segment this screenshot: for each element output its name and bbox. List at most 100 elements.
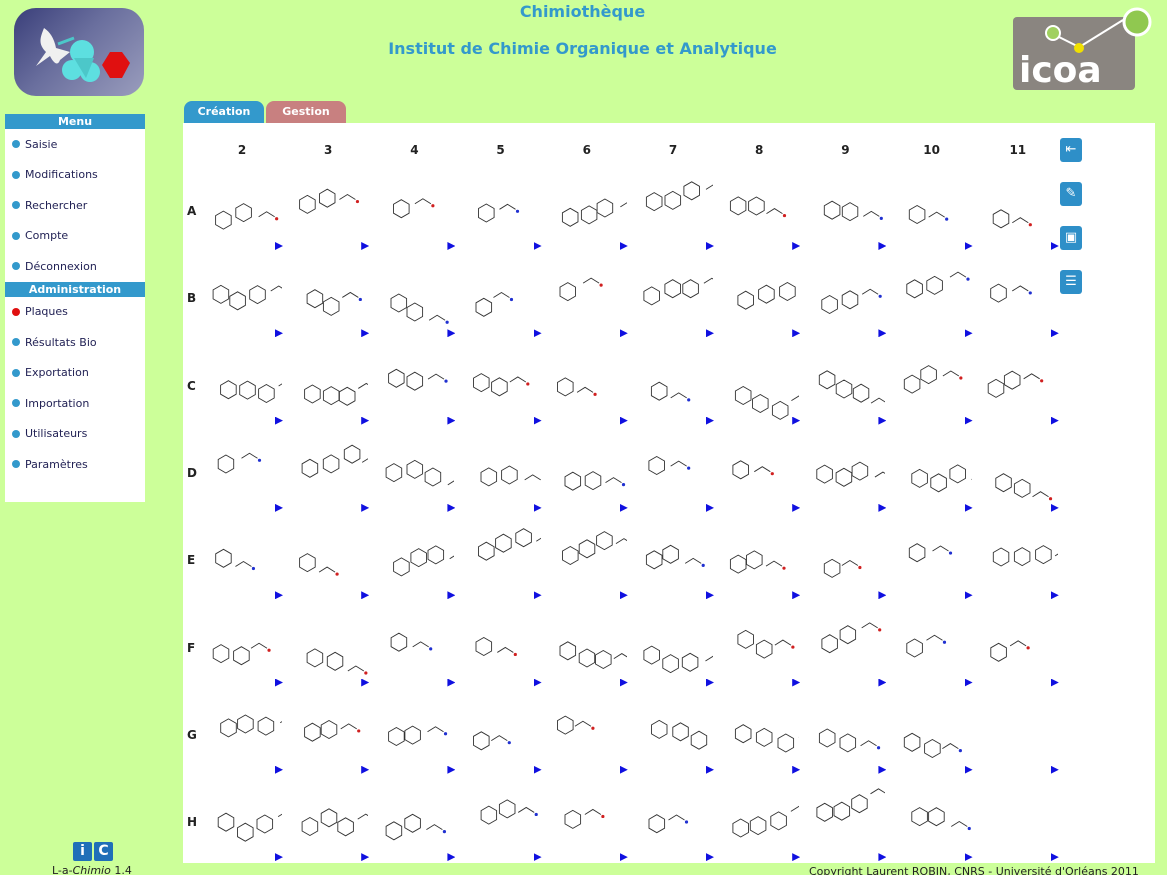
well-F-3[interactable]	[288, 608, 368, 688]
well-A-7[interactable]	[633, 171, 713, 251]
well-A-6[interactable]	[547, 171, 627, 251]
well-A-11[interactable]	[978, 171, 1058, 251]
well-F-5[interactable]	[461, 608, 541, 688]
well-A-3[interactable]	[288, 171, 368, 251]
well-C-2[interactable]	[202, 346, 282, 426]
well-H-10[interactable]	[892, 782, 972, 862]
document-icon[interactable]: ☰	[1060, 270, 1082, 294]
well-F-2[interactable]	[202, 608, 282, 688]
well-C-5[interactable]	[461, 346, 541, 426]
well-F-11[interactable]	[978, 608, 1058, 688]
well-E-7[interactable]	[633, 520, 713, 600]
well-A-5[interactable]	[461, 171, 541, 251]
well-B-9[interactable]	[805, 258, 885, 338]
well-C-4[interactable]	[374, 346, 454, 426]
well-E-2[interactable]	[202, 520, 282, 600]
well-C-8[interactable]	[719, 346, 800, 426]
well-B-11[interactable]	[978, 258, 1058, 338]
well-D-10[interactable]	[892, 433, 972, 513]
well-C-6[interactable]	[547, 346, 627, 426]
well-C-9[interactable]	[805, 346, 886, 426]
well-C-7[interactable]	[633, 346, 713, 426]
well-E-8[interactable]	[719, 520, 799, 600]
well-D-6[interactable]	[547, 433, 627, 513]
save-icon[interactable]: ▣	[1060, 226, 1082, 250]
app-subtitle: Chimiothèque	[519, 2, 646, 21]
well-G-6[interactable]	[547, 695, 627, 775]
sidebar-item-modifications[interactable]: Modifications	[5, 160, 145, 191]
well-G-4[interactable]	[374, 695, 454, 775]
structure-drawing	[730, 550, 786, 574]
well-C-11[interactable]	[978, 346, 1058, 426]
back-arrow-icon[interactable]: ⇤	[1060, 138, 1082, 162]
well-D-4[interactable]	[374, 433, 455, 513]
well-H-2[interactable]	[202, 782, 282, 862]
well-E-10[interactable]	[892, 520, 972, 600]
well-F-9[interactable]	[805, 608, 885, 688]
well-E-4[interactable]	[374, 520, 455, 600]
well-A-9[interactable]	[805, 171, 885, 251]
well-D-7[interactable]	[633, 433, 713, 513]
well-G-8[interactable]	[719, 695, 800, 775]
sidebar-item-resultats-bio[interactable]: Résultats Bio	[5, 327, 145, 358]
sidebar-item-exportation[interactable]: Exportation	[5, 358, 145, 389]
well-E-3[interactable]	[288, 520, 368, 600]
well-G-10[interactable]	[892, 695, 972, 775]
well-A-10[interactable]	[892, 171, 972, 251]
well-B-10[interactable]	[892, 258, 972, 338]
well-F-8[interactable]	[719, 608, 799, 688]
well-E-11[interactable]	[978, 520, 1058, 600]
well-G-9[interactable]	[805, 695, 885, 775]
well-C-10[interactable]	[892, 346, 972, 426]
well-F-10[interactable]	[892, 608, 972, 688]
well-F-4[interactable]	[374, 608, 454, 688]
edit-icon[interactable]: ✎	[1060, 182, 1082, 206]
tab-creation[interactable]: Création	[184, 101, 264, 123]
sidebar-item-plaques[interactable]: Plaques	[5, 297, 145, 328]
well-G-5[interactable]	[461, 695, 541, 775]
well-H-5[interactable]	[461, 782, 541, 862]
row-label: F	[187, 640, 196, 655]
well-E-9[interactable]	[805, 520, 885, 600]
well-D-2[interactable]	[202, 433, 282, 513]
well-H-6[interactable]	[547, 782, 627, 862]
well-G-7[interactable]	[633, 695, 713, 775]
well-B-4[interactable]	[374, 258, 454, 338]
well-F-7[interactable]	[633, 608, 713, 688]
well-A-2[interactable]	[202, 171, 282, 251]
well-A-4[interactable]	[374, 171, 454, 251]
well-B-2[interactable]	[202, 258, 282, 338]
well-G-3[interactable]	[288, 695, 368, 775]
well-B-8[interactable]	[719, 258, 799, 338]
well-F-6[interactable]	[547, 608, 627, 688]
sidebar-item-saisie[interactable]: Saisie	[5, 129, 145, 160]
well-C-3[interactable]	[288, 346, 369, 426]
well-B-3[interactable]	[288, 258, 368, 338]
well-H-3[interactable]	[288, 782, 369, 862]
well-H-11[interactable]	[978, 782, 1058, 862]
well-D-9[interactable]	[805, 433, 886, 513]
well-H-8[interactable]	[719, 782, 800, 862]
well-A-8[interactable]	[719, 171, 799, 251]
well-E-6[interactable]	[547, 520, 627, 600]
well-G-2[interactable]	[202, 695, 282, 775]
well-G-11[interactable]	[978, 695, 1058, 775]
sidebar-item-parametres[interactable]: Paramètres	[5, 449, 145, 480]
well-H-9[interactable]	[805, 782, 886, 862]
well-E-5[interactable]	[461, 520, 541, 600]
sidebar-item-deconnexion[interactable]: Déconnexion	[5, 251, 145, 282]
well-D-11[interactable]	[978, 433, 1058, 513]
well-B-7[interactable]	[633, 258, 713, 338]
well-H-7[interactable]	[633, 782, 713, 862]
well-D-5[interactable]	[461, 433, 541, 513]
sidebar-item-importation[interactable]: Importation	[5, 388, 145, 419]
well-H-4[interactable]	[374, 782, 454, 862]
sidebar-item-compte[interactable]: Compte	[5, 221, 145, 252]
tab-gestion[interactable]: Gestion	[266, 101, 346, 123]
well-B-5[interactable]	[461, 258, 541, 338]
sidebar-item-utilisateurs[interactable]: Utilisateurs	[5, 419, 145, 450]
sidebar-item-rechercher[interactable]: Rechercher	[5, 190, 145, 221]
well-B-6[interactable]	[547, 258, 627, 338]
well-D-3[interactable]	[288, 433, 369, 513]
well-D-8[interactable]	[719, 433, 799, 513]
